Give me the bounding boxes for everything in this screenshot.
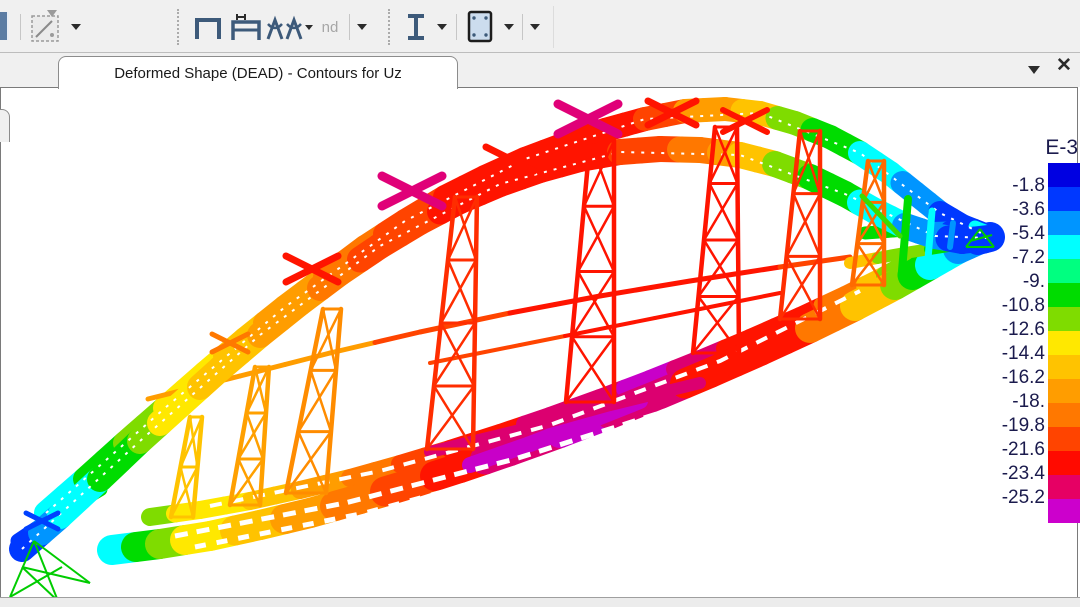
portal-frame-icon <box>190 9 226 45</box>
toolbar-drag-handle[interactable] <box>388 9 393 45</box>
tab-list-dropdown[interactable] <box>1028 66 1040 74</box>
nd-template-button[interactable]: nd <box>316 8 344 46</box>
tab-close-button[interactable]: ✕ <box>1056 56 1072 76</box>
toolbar: nd <box>0 0 1080 53</box>
dropdown-arrow-icon <box>304 24 314 31</box>
rect-section-dropdown[interactable] <box>503 8 515 46</box>
frame-section-button[interactable] <box>400 8 432 46</box>
bridge-wizard-dropdown[interactable] <box>304 8 314 46</box>
rect-section-button[interactable] <box>462 8 498 46</box>
toolbar-separator <box>522 14 523 40</box>
dropdown-arrow-icon <box>70 23 82 31</box>
templates-dropdown[interactable] <box>356 8 368 46</box>
i-beam-icon <box>400 9 432 45</box>
rect-section-icon <box>462 8 498 46</box>
toolbar-separator <box>456 14 457 40</box>
tab-stub[interactable] <box>0 109 10 142</box>
section-cut-button[interactable] <box>27 8 67 46</box>
legend-exponent-label: E-3 <box>1014 136 1078 160</box>
toolbar-group-edge <box>553 6 554 48</box>
frame-2d-template-button[interactable] <box>227 8 265 46</box>
dropdown-arrow-icon <box>503 23 515 31</box>
dropdown-arrow-icon <box>529 23 541 31</box>
section-cut-dropdown[interactable] <box>70 8 82 46</box>
section-cut-icon <box>27 8 67 46</box>
tab-deformed-shape[interactable]: Deformed Shape (DEAD) - Contours for Uz <box>58 56 458 89</box>
bridge-wizard-button[interactable] <box>264 8 306 46</box>
model-viewport[interactable] <box>0 87 1078 597</box>
dropdown-arrow-icon <box>436 23 448 31</box>
status-strip <box>0 597 1080 607</box>
application-window: nd <box>0 0 1080 607</box>
bridge-deformed-shape-render <box>0 87 1078 597</box>
bridge-wizard-icon <box>264 9 306 45</box>
portal-frame-template-button[interactable] <box>190 8 226 46</box>
dropdown-arrow-icon <box>356 23 368 31</box>
clipped-tool-icon[interactable] <box>0 12 9 40</box>
frame-2d-icon <box>227 8 265 46</box>
toolbar-separator <box>349 14 350 40</box>
toolbar-drag-handle[interactable] <box>177 9 182 45</box>
toolbar-separator <box>20 14 21 40</box>
tab-title: Deformed Shape (DEAD) - Contours for Uz <box>114 65 402 82</box>
more-sections-dropdown[interactable] <box>529 8 541 46</box>
frame-section-dropdown[interactable] <box>436 8 448 46</box>
